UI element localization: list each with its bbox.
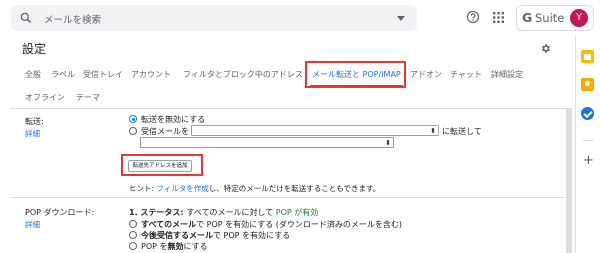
avatar[interactable]: Y [570, 9, 588, 27]
forward-address-select[interactable]: ⬍ [191, 125, 439, 136]
keep-icon[interactable] [581, 78, 594, 91]
forward-action-select[interactable]: ⬍ [140, 137, 394, 148]
gsuite-account-chip[interactable]: G Suite Y [516, 5, 594, 31]
tab-offline[interactable]: オフライン [25, 92, 65, 103]
side-panel: + [575, 36, 600, 253]
pop-new-mail-bold: 今後受信するメール [141, 231, 213, 240]
tab-addons[interactable]: アドオン [410, 69, 442, 80]
pop-disable-bold: 無効 [167, 242, 184, 251]
button-highlight-box [121, 154, 203, 176]
pop-learn-more-link[interactable]: 詳細 [25, 219, 40, 230]
tab-advanced[interactable]: 詳細設定 [491, 69, 523, 80]
pop-all-mail-label: すべてのメールで POP を有効にする (ダウンロード済みのメールを含む) [141, 219, 402, 230]
hint-prefix: ヒント: [129, 184, 157, 193]
chevron-down-icon: ⬍ [385, 139, 391, 147]
pop-label: POP ダウンロード: [25, 208, 95, 217]
gear-icon[interactable] [540, 43, 551, 54]
tab-general[interactable]: 全般 [25, 69, 41, 80]
pop-new-mail-radio[interactable] [129, 231, 137, 239]
tab-themes[interactable]: テーマ [76, 92, 100, 103]
pop-all-mail-radio[interactable] [129, 220, 137, 228]
hint-suffix: し、特定のメールだけを転送することもできます。 [208, 184, 381, 193]
pop-status: 1. ステータス: すべてのメールに対して POP が有効 [129, 207, 318, 218]
tab-highlight-box [305, 61, 406, 88]
side-panel-divider [583, 140, 594, 141]
forwarding-enable-suffix: に転送して [442, 127, 482, 136]
tab-inbox[interactable]: 受信トレイ [83, 69, 123, 80]
forwarding-enable-label: 受信メールを [141, 127, 189, 136]
search-input[interactable]: メールを検索 [44, 12, 101, 26]
search-icon[interactable] [19, 11, 33, 25]
top-header: メールを検索 G Suite Y [0, 0, 600, 36]
pop-disable-label: POP を無効にする [141, 241, 208, 252]
forwarding-learn-more-link[interactable]: 詳細 [25, 128, 40, 139]
forwarding-enable-radio[interactable] [129, 127, 137, 135]
pop-all-mail-bold: すべてのメール [141, 220, 197, 229]
section-divider [10, 197, 566, 198]
pop-new-mail-rest: で POP を有効にする [213, 231, 291, 240]
scrollbar[interactable] [566, 108, 572, 253]
pop-status-text: すべてのメールに対して [186, 208, 276, 217]
chevron-down-icon: ⬍ [430, 127, 436, 135]
help-icon[interactable] [466, 10, 480, 24]
page-title: 設定 [22, 42, 47, 56]
add-addon-icon[interactable]: + [583, 154, 594, 167]
pop-status-value: POP が有効 [275, 208, 319, 217]
tab-chat[interactable]: チャット [450, 69, 482, 80]
forwarding-disable-radio[interactable] [129, 115, 137, 123]
pop-all-mail-rest: で POP を有効にする (ダウンロード済みのメールを含む) [196, 220, 403, 229]
pop-disable-suffix: にする [183, 242, 208, 251]
forwarding-label: 転送: [25, 117, 44, 126]
gsuite-logo-text: Suite [535, 11, 565, 25]
tab-accounts[interactable]: アカウント [131, 69, 171, 80]
pop-disable-prefix: POP を [141, 242, 168, 251]
create-filter-link[interactable]: フィルタを作成 [156, 184, 208, 193]
tabs-divider [10, 108, 573, 109]
forwarding-hint: ヒント: フィルタを作成し、特定のメールだけを転送することもできます。 [129, 183, 380, 194]
tab-filters[interactable]: フィルタとブロック中のアドレス [183, 69, 303, 80]
gsuite-logo-g: G [522, 10, 533, 25]
pop-disable-radio[interactable] [129, 242, 137, 250]
search-options-icon[interactable] [397, 16, 405, 21]
forwarding-disable-label: 転送を無効にする [141, 115, 206, 124]
tab-labels[interactable]: ラベル [51, 69, 75, 80]
search-bar[interactable]: メールを検索 [11, 5, 417, 31]
tasks-icon[interactable] [581, 107, 594, 120]
apps-grid-icon[interactable] [493, 12, 504, 23]
pop-status-prefix: 1. ステータス: [129, 208, 187, 217]
calendar-icon[interactable] [581, 50, 594, 63]
pop-new-mail-label: 今後受信するメールで POP を有効にする [141, 230, 290, 241]
